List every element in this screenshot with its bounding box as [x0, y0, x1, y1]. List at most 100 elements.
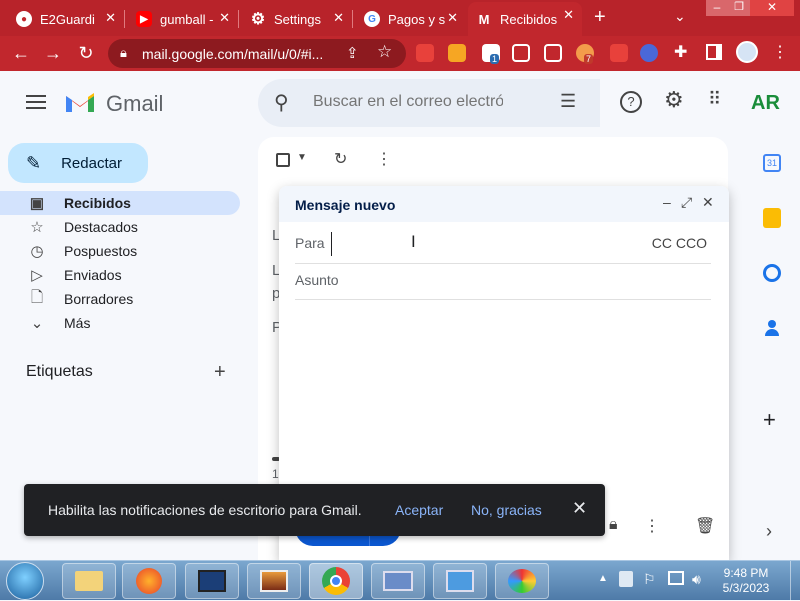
sidebar-item-enviados[interactable]: ▷ Enviados: [0, 263, 240, 287]
keep-icon[interactable]: [763, 208, 781, 228]
tray-icon[interactable]: [619, 571, 633, 587]
subject-field[interactable]: [295, 272, 695, 288]
tab-pagos[interactable]: G Pagos y s ✕: [356, 5, 466, 33]
reload-icon[interactable]: ↻: [75, 42, 97, 64]
sidebar-item-label: Destacados: [64, 219, 138, 235]
new-tab-button[interactable]: +: [594, 6, 606, 29]
search-icon[interactable]: ⚲: [274, 90, 289, 115]
close-icon[interactable]: ✕: [572, 498, 587, 519]
hamburger-menu-icon[interactable]: [26, 95, 46, 109]
fullscreen-icon[interactable]: ⤢: [681, 194, 692, 211]
sidebar-item-borradores[interactable]: 🗋︎ Borradores: [0, 287, 240, 311]
puzzle-icon[interactable]: ✚: [674, 42, 687, 62]
close-window-button[interactable]: ✕: [750, 0, 794, 16]
bookmark-star-icon[interactable]: ☆: [377, 42, 392, 62]
contacts-icon[interactable]: [765, 320, 779, 336]
search-options-icon[interactable]: ☰: [560, 91, 576, 112]
cc-bcc-button[interactable]: CC CCO: [652, 235, 707, 251]
address-bar[interactable]: 🔒︎ mail.google.com/mail/u/0/#i...: [108, 39, 406, 68]
taskbar-control-panel[interactable]: [433, 563, 487, 599]
profile-avatar[interactable]: [736, 41, 758, 63]
clock-icon: ◷: [30, 243, 44, 260]
sidebar-item-destacados[interactable]: ☆ Destacados: [0, 215, 240, 239]
taskbar-photo-app[interactable]: [247, 563, 301, 599]
more-options-icon[interactable]: ⋮: [644, 516, 660, 536]
close-icon[interactable]: ✕: [563, 7, 574, 23]
minimize-icon[interactable]: –: [663, 194, 671, 210]
close-icon[interactable]: ✕: [702, 194, 714, 211]
show-desktop-button[interactable]: [790, 561, 800, 601]
start-button[interactable]: [6, 562, 44, 600]
sidebar-item-label: Borradores: [64, 291, 134, 307]
account-avatar[interactable]: AR: [751, 92, 780, 115]
volume-icon[interactable]: 🔊︎: [692, 571, 701, 588]
globe-icon: ●: [16, 11, 32, 27]
close-icon[interactable]: ✕: [333, 10, 344, 26]
trash-extension-icon[interactable]: [544, 44, 562, 62]
extension-icon[interactable]: [416, 44, 434, 62]
close-icon[interactable]: ✕: [447, 10, 458, 26]
taskbar-explorer[interactable]: [62, 563, 116, 599]
taskbar-chrome[interactable]: [309, 563, 363, 599]
system-clock[interactable]: 9:48 PM 5/3/2023: [716, 566, 776, 596]
back-icon[interactable]: ←: [10, 42, 32, 64]
close-icon[interactable]: ✕: [219, 10, 230, 26]
sidebar-item-mas[interactable]: ⌄ Más: [0, 311, 240, 335]
sidebar-item-pospuestos[interactable]: ◷ Pospuestos: [0, 239, 240, 263]
tab-gumball[interactable]: ▶ gumball - ✕: [128, 5, 238, 33]
taskbar-firefox[interactable]: [122, 563, 176, 599]
confidential-mode-icon[interactable]: 🔒︎: [609, 516, 618, 534]
gmail-wordmark: Gmail: [106, 91, 164, 116]
add-label-icon[interactable]: +: [214, 361, 226, 384]
extension-icon[interactable]: [512, 44, 530, 62]
restore-button[interactable]: ❐: [728, 0, 750, 16]
extension-icon[interactable]: [610, 44, 628, 62]
decline-button[interactable]: No, gracias: [471, 502, 542, 518]
flag-icon[interactable]: ⚐: [643, 571, 656, 588]
refresh-icon[interactable]: ↻: [334, 149, 347, 169]
help-icon[interactable]: ?: [620, 91, 642, 113]
recipients-row: Para I CC CCO: [295, 226, 711, 264]
settings-gear-icon[interactable]: ⚙: [664, 87, 684, 113]
search-input[interactable]: [313, 93, 503, 111]
tab-recibidos[interactable]: M Recibidos ✕: [468, 2, 582, 36]
tab-e2guardian[interactable]: ● E2Guardi ✕: [8, 5, 124, 33]
apps-grid-icon[interactable]: ⠿: [708, 89, 721, 110]
minimize-button[interactable]: –: [706, 0, 728, 16]
sidebar-item-recibidos[interactable]: ▣ Recibidos: [0, 191, 240, 215]
extension-icon[interactable]: [640, 44, 658, 62]
network-icon[interactable]: [668, 571, 684, 585]
taskbar-keyboard-app[interactable]: [371, 563, 425, 599]
side-panel-icon[interactable]: [706, 44, 722, 60]
taskbar-paint[interactable]: [495, 563, 549, 599]
tray-expand-icon[interactable]: ▲: [598, 573, 608, 584]
compose-header[interactable]: Mensaje nuevo – ⤢ ✕: [279, 186, 729, 222]
more-options-icon[interactable]: ⋮: [376, 149, 392, 169]
taskbar-monitor-app[interactable]: [185, 563, 239, 599]
share-icon[interactable]: ⇪: [346, 44, 359, 62]
extension-icon[interactable]: 7: [576, 44, 594, 64]
extension-icon[interactable]: 1: [482, 44, 500, 64]
calendar-icon[interactable]: 31: [763, 154, 781, 172]
extension-icon[interactable]: [448, 44, 466, 62]
tab-title: Settings: [274, 11, 321, 27]
forward-icon[interactable]: →: [42, 42, 64, 64]
get-addons-icon[interactable]: +: [763, 407, 776, 433]
tab-settings[interactable]: ⚙ Settings ✕: [242, 5, 352, 33]
discard-trash-icon[interactable]: 🗑︎: [695, 516, 715, 536]
to-field[interactable]: [331, 232, 631, 256]
message-body[interactable]: [279, 300, 729, 500]
expand-panel-icon[interactable]: ›: [766, 521, 772, 542]
compose-button[interactable]: ✎ Redactar: [8, 143, 148, 183]
accept-button[interactable]: Aceptar: [395, 502, 443, 518]
tasks-icon[interactable]: [763, 264, 781, 282]
close-icon[interactable]: ✕: [105, 10, 116, 26]
snackbar-message: Habilita las notificaciones de escritori…: [48, 502, 362, 518]
caret-down-icon[interactable]: ▼: [297, 152, 307, 163]
tab-divider: [238, 10, 239, 28]
search-bar[interactable]: ⚲ ☰: [258, 79, 600, 127]
select-all-checkbox[interactable]: [276, 153, 290, 167]
text-cursor-icon: I: [411, 232, 416, 251]
kebab-menu-icon[interactable]: ⋮: [772, 42, 788, 62]
tab-search-icon[interactable]: ⌄: [674, 8, 686, 25]
